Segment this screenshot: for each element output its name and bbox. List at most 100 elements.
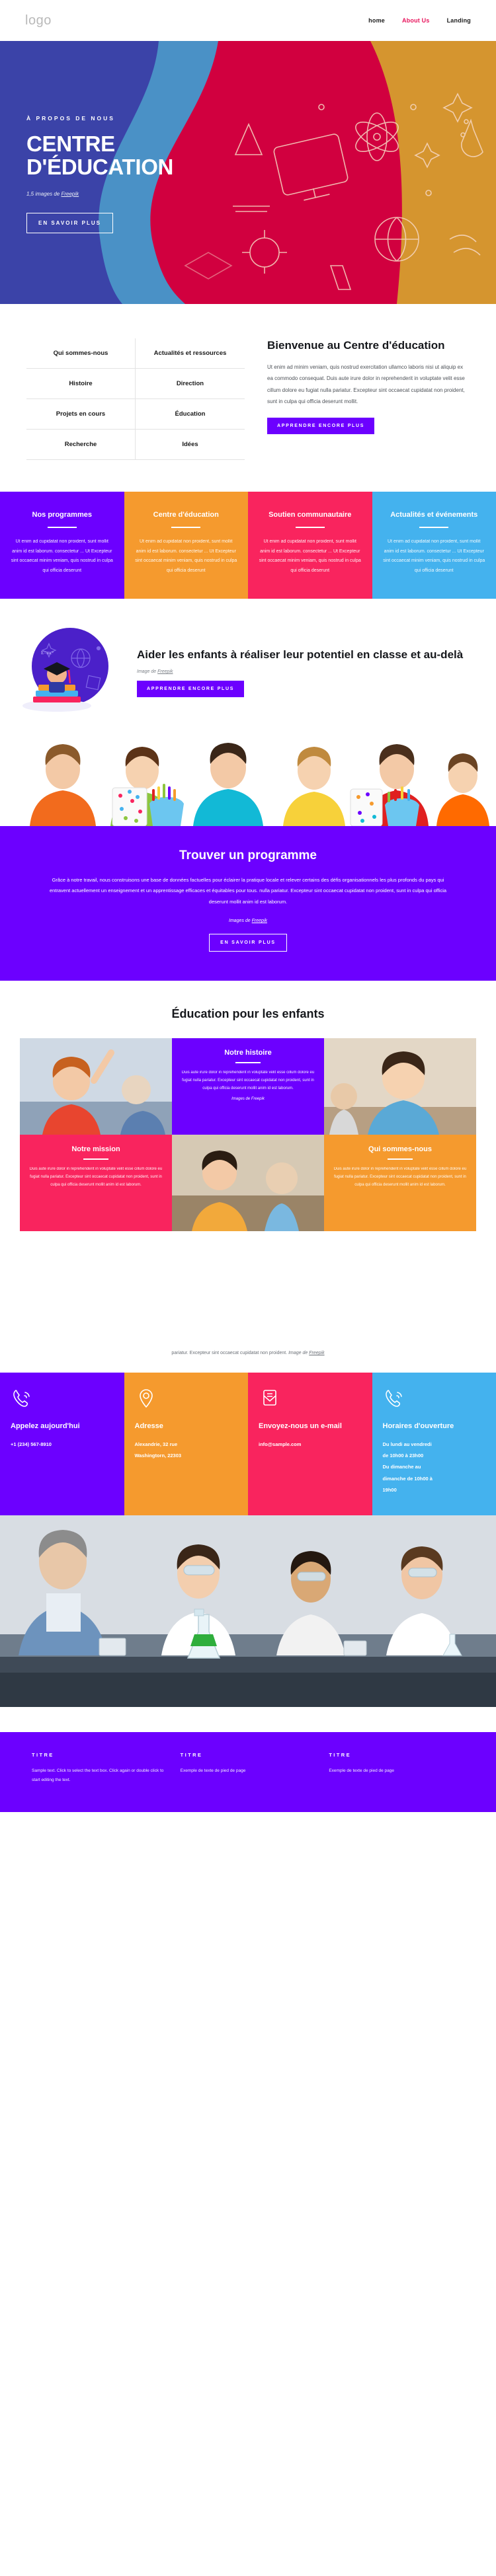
contact-address-line-1: Alexandrie, 32 rue xyxy=(134,1441,178,1447)
map-pin-icon xyxy=(135,1387,238,1414)
feature-card-body: Ut enim ad cupidatat non proident, sunt … xyxy=(135,539,237,573)
quick-link-direction[interactable]: Direction xyxy=(136,369,245,399)
trouver-credit-link[interactable]: Freepik xyxy=(252,919,267,923)
hero-eyebrow: À PROPOS DE NOUS xyxy=(26,115,115,122)
welcome-learn-more-button[interactable]: APPRENDRE ENCORE PLUS xyxy=(267,418,375,434)
hero-learn-more-button[interactable]: EN SAVOIR PLUS xyxy=(26,212,113,233)
nav-item-home[interactable]: home xyxy=(368,17,385,24)
divider xyxy=(83,1158,108,1160)
quick-link-histoire[interactable]: Histoire xyxy=(26,369,136,399)
divider xyxy=(235,1062,261,1064)
contact-card-email: Envoyez-nous un e-mail info@sample.com xyxy=(248,1372,372,1516)
footer-column-2: TITRE Exemple de texte de pied de page xyxy=(181,1752,316,1784)
nav-item-landing[interactable]: Landing xyxy=(447,17,471,24)
trouver-credit: Images de Freepik xyxy=(41,919,455,923)
education-card-notre-mission[interactable]: Notre mission Duis aute irure dolor in r… xyxy=(20,1135,172,1232)
education-card-qui-sommes-nous[interactable]: Qui sommes-nous Duis aute irure dolor in… xyxy=(324,1135,476,1232)
contact-card-title: Envoyez-nous un e-mail xyxy=(259,1421,342,1430)
contact-hours-line-3: Du dimanche au xyxy=(382,1464,421,1470)
mid-caption-text: pariatur. Excepteur sint occaecat cupida… xyxy=(171,1351,289,1356)
contact-row: Appelez aujourd'hui +1 (234) 567-8910 Ad… xyxy=(0,1372,496,1516)
footer-column-title: TITRE xyxy=(32,1752,54,1759)
education-card-body: Duis aute irure dolor in reprehenderit i… xyxy=(181,1071,315,1090)
trouver-credit-prefix: Images de xyxy=(229,919,252,924)
kids-photo-graphic xyxy=(0,739,496,826)
feature-card-title: Nos programmes xyxy=(32,511,92,519)
divider xyxy=(47,526,77,528)
footer-column-1: TITRE Sample text. Click to select the t… xyxy=(32,1752,167,1784)
footer-column-text: Exemple de texte de pied de page xyxy=(329,1768,394,1774)
aider-credit-prefix: Image de xyxy=(137,669,158,675)
trouver-heading: Trouver un programme xyxy=(179,848,317,862)
feature-card-body: Ut enim ad cupidatat non proident, sunt … xyxy=(259,539,361,573)
quick-link-education[interactable]: Éducation xyxy=(136,399,245,430)
welcome-heading: Bienvenue au Centre d'éducation xyxy=(267,339,445,352)
feature-card-nos-programmes[interactable]: Nos programmes Ut enim ad cupidatat non … xyxy=(0,492,124,599)
quick-link-qui-sommes-nous[interactable]: Qui sommes-nous xyxy=(26,338,136,369)
logo[interactable]: logo xyxy=(25,13,52,28)
aider-credit-link[interactable]: Freepik xyxy=(157,669,173,674)
aider-learn-more-button[interactable]: APPRENDRE ENCORE PLUS xyxy=(137,681,245,698)
education-title: Éducation pour les enfants xyxy=(171,1007,325,1021)
quick-link-recherche[interactable]: Recherche xyxy=(26,430,136,460)
feature-card-actualites-evenements[interactable]: Actualités et événements Ut enim ad cupi… xyxy=(372,492,496,599)
education-card-title: Qui sommes-nous xyxy=(368,1145,432,1154)
contact-email-address[interactable]: info@sample.com xyxy=(259,1439,362,1450)
phone-icon xyxy=(11,1387,114,1414)
footer-column-text: Sample text. Click to select the text bo… xyxy=(32,1768,164,1782)
education-grid: Notre histoire Duis aute irure dolor in … xyxy=(20,1038,476,1232)
feature-card-centre-education[interactable]: Centre d'éducation Ut enim ad cupidatat … xyxy=(124,492,248,599)
contact-phone-number[interactable]: +1 (234) 567-8910 xyxy=(11,1439,114,1450)
contact-card-phone: Appelez aujourd'hui +1 (234) 567-8910 xyxy=(0,1372,124,1516)
classroom-photo-1-graphic xyxy=(20,1038,172,1135)
quick-link-idees[interactable]: Idées xyxy=(136,430,245,460)
trouver-learn-more-button[interactable]: EN SAVOIR PLUS xyxy=(209,934,287,952)
education-section: Éducation pour les enfants Notre histoir… xyxy=(0,981,496,1254)
nav-item-about-us[interactable]: About Us xyxy=(402,17,430,24)
hero-credit: 1,5 images de Freepik xyxy=(26,191,218,197)
feature-card-title: Soutien communautaire xyxy=(269,511,352,519)
education-photo-3 xyxy=(172,1135,324,1232)
feature-cards-row: Nos programmes Ut enim ad cupidatat non … xyxy=(0,492,496,599)
education-card-notre-histoire[interactable]: Notre histoire Duis aute irure dolor in … xyxy=(172,1038,324,1135)
kids-group-photo xyxy=(0,739,496,826)
education-card-title: Notre mission xyxy=(71,1145,120,1154)
contact-card-address: Adresse Alexandrie, 32 rue Washingtorn, … xyxy=(124,1372,248,1516)
hero-title-line1: CENTRE xyxy=(26,132,115,156)
spacer xyxy=(0,1254,496,1334)
feature-card-soutien-communautaire[interactable]: Soutien communautaire Ut enim ad cupidat… xyxy=(248,492,372,599)
classroom-photo-3-graphic xyxy=(172,1135,324,1232)
science-lab-photo xyxy=(0,1515,496,1708)
education-card-body: Duis aute irure dolor in reprehenderit i… xyxy=(29,1167,163,1187)
education-card-title: Notre histoire xyxy=(224,1049,272,1057)
navbar: logo home About Us Landing xyxy=(0,0,496,41)
mid-caption-credit-prefix: Image de xyxy=(288,1351,310,1356)
feature-card-title: Actualités et événements xyxy=(390,511,478,519)
hero-credit-link[interactable]: Freepik xyxy=(61,191,79,197)
feature-card-title: Centre d'éducation xyxy=(153,511,219,519)
contact-card-title: Adresse xyxy=(134,1421,163,1430)
aider-heading: Aider les enfants à réaliser leur potent… xyxy=(137,648,464,661)
phone-icon xyxy=(383,1387,486,1414)
contact-card-title: Appelez aujourd'hui xyxy=(11,1421,80,1430)
welcome-paragraph: Ut enim ad minim veniam, quis nostrud ex… xyxy=(267,364,465,404)
contact-card-title: Horaires d'ouverture xyxy=(382,1421,454,1430)
mid-caption-credit-link[interactable]: Freepik xyxy=(309,1351,324,1355)
spacer xyxy=(0,1707,496,1733)
contact-hours-line-5: 19h00 xyxy=(382,1486,397,1493)
aider-illustration: E=mc² xyxy=(9,625,125,718)
hero-title-line2: D'ÉDUCATION xyxy=(26,155,174,180)
quick-link-projets-en-cours[interactable]: Projets en cours xyxy=(26,399,136,430)
aider-credit: Image de Freepik xyxy=(137,669,470,674)
welcome-text-column: Bienvenue au Centre d'éducation Ut enim … xyxy=(267,338,466,434)
hero-credit-prefix: 1,5 images de xyxy=(26,190,62,197)
svg-text:E=mc²: E=mc² xyxy=(41,650,54,656)
aider-section: E=mc² Aider les enfants à réaliser leur … xyxy=(0,599,496,740)
footer: TITRE Sample text. Click to select the t… xyxy=(0,1732,496,1813)
quick-link-actualites-ressources[interactable]: Actualités et ressources xyxy=(136,338,245,369)
contact-card-hours: Horaires d'ouverture Du lundi au vendred… xyxy=(372,1372,496,1516)
education-photo-1 xyxy=(20,1038,172,1135)
education-photo-2 xyxy=(324,1038,476,1135)
divider xyxy=(419,526,449,528)
feature-card-body: Ut enim ad cupidatat non proident, sunt … xyxy=(11,539,113,573)
